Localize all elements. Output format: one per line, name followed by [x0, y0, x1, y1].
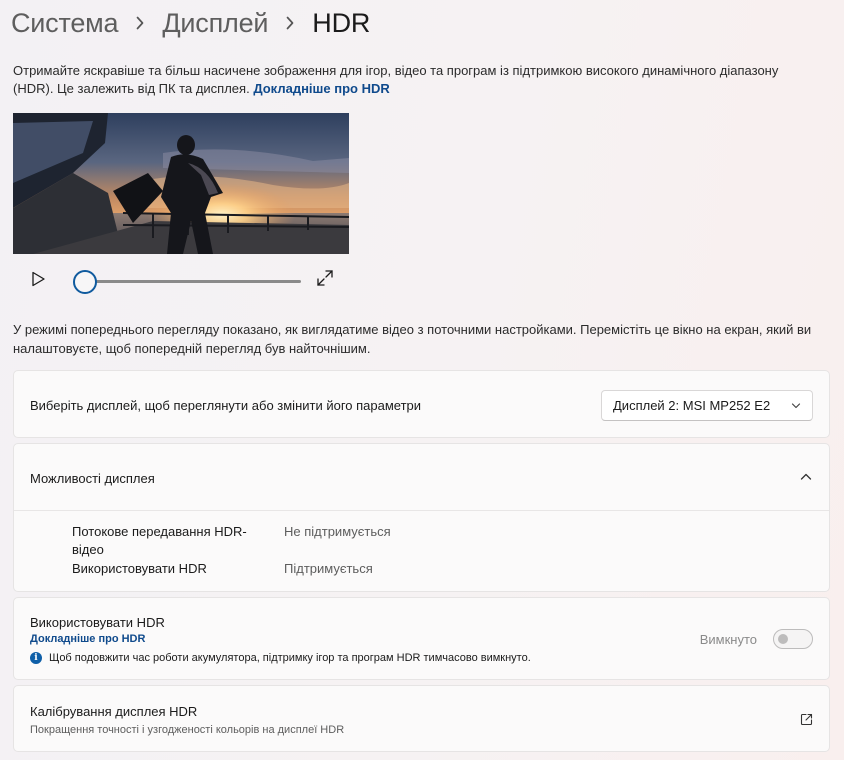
info-icon: i: [30, 652, 42, 664]
open-external-icon: [800, 713, 813, 726]
use-hdr-toggle-label: Вимкнуто: [699, 631, 757, 647]
chevron-down-icon: [791, 403, 801, 409]
use-hdr-learn-more-link[interactable]: Докладніше про HDR: [30, 633, 145, 645]
use-hdr-toggle[interactable]: [773, 629, 813, 649]
use-hdr-card: Використовувати HDR Докладніше про HDR В…: [13, 597, 830, 680]
hdr-description-text: Отримайте яскравіше та більш насичене зо…: [13, 63, 779, 96]
breadcrumb-item-display[interactable]: Дисплей: [162, 8, 268, 39]
fullscreen-button[interactable]: [316, 269, 334, 287]
display-capabilities-card: Можливості дисплея Потокове передавання …: [13, 443, 830, 592]
play-button[interactable]: [29, 270, 47, 288]
capabilities-title: Можливості дисплея: [30, 471, 155, 486]
select-display-label: Виберіть дисплей, щоб переглянути або зм…: [30, 398, 422, 413]
capabilities-header[interactable]: Можливості дисплея: [14, 444, 829, 511]
hdr-video-preview: [13, 113, 349, 254]
use-hdr-title: Використовувати HDR: [30, 615, 165, 630]
capability-label: Використовувати HDR: [72, 561, 207, 576]
chevron-right-icon: [135, 16, 145, 30]
learn-more-hdr-link[interactable]: Докладніше про HDR: [253, 81, 389, 96]
chevron-right-icon: [285, 16, 295, 30]
breadcrumb-item-system[interactable]: Система: [11, 8, 119, 39]
video-progress-thumb[interactable]: [73, 270, 97, 294]
battery-info-text: Щоб подовжити час роботи акумулятора, пі…: [49, 652, 531, 664]
calibration-title: Калібрування дисплея HDR: [30, 704, 198, 719]
chevron-up-icon: [800, 473, 812, 480]
video-controls: [13, 262, 349, 298]
select-display-card: Виберіть дисплей, щоб переглянути або зм…: [13, 370, 830, 438]
hdr-description: Отримайте яскравіше та більш насичене зо…: [13, 62, 813, 98]
capability-label: Потокове передавання HDR-відео: [72, 524, 247, 557]
capability-value: Підтримується: [284, 561, 373, 576]
battery-info: i Щоб подовжити час роботи акумулятора, …: [30, 652, 531, 664]
page-title: HDR: [312, 7, 371, 38]
expand-icon: [317, 270, 333, 286]
display-dropdown-value: Дисплей 2: MSI MP252 E2: [613, 398, 771, 413]
display-dropdown[interactable]: Дисплей 2: MSI MP252 E2: [601, 390, 813, 421]
video-progress-track[interactable]: [85, 280, 301, 283]
play-icon: [32, 271, 45, 287]
capability-value: Не підтримується: [284, 524, 391, 539]
hdr-calibration-card[interactable]: Калібрування дисплея HDR Покращення точн…: [13, 685, 830, 752]
breadcrumb: Система Дисплей HDR: [11, 4, 370, 42]
calibration-subtitle: Покращення точності і узгодженості кольо…: [30, 724, 345, 736]
use-hdr-toggle-group: Вимкнуто: [700, 629, 813, 649]
preview-note: У режимі попереднього перегляду показано…: [13, 322, 812, 356]
